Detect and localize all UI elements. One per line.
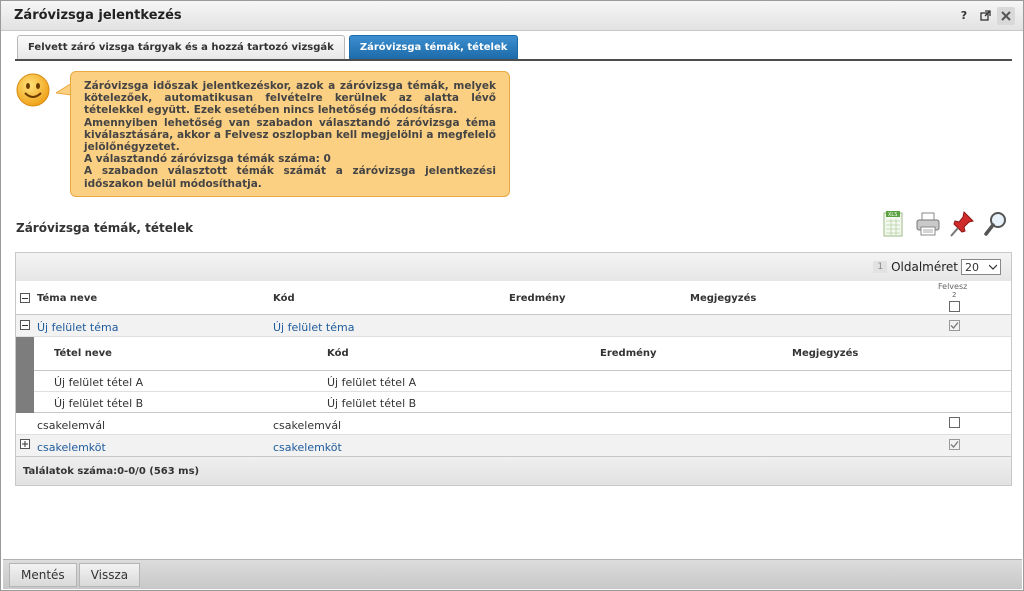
window-title: Záróvizsga jelentkezés [14, 8, 182, 23]
header-item-result[interactable]: Eredmény [600, 348, 657, 359]
collapse-all-icon[interactable] [20, 293, 30, 303]
subgrid-indent-bar [16, 337, 34, 413]
subgrid-header-row: Tétel neve Kód Eredmény Megjegyzés [34, 337, 1011, 371]
tab-subjects[interactable]: Felvett záró vizsga tárgyak és a hozzá t… [17, 35, 345, 59]
table-row: csakelemköt csakelemköt [16, 435, 1011, 457]
bottom-toolbar: Mentés Vissza [3, 559, 1022, 589]
close-icon[interactable] [997, 6, 1015, 25]
info-line: Záróvizsga időszak jelentkezéskor, azok … [84, 80, 496, 117]
header-take-count: 2 [952, 291, 957, 299]
table-row: Új felület téma Új felület téma [16, 315, 1011, 337]
collapse-icon[interactable] [20, 320, 30, 330]
search-icon[interactable] [982, 209, 1010, 239]
item-name: Új felület tétel B [54, 397, 144, 410]
info-tooltip: Záróvizsga időszak jelentkezéskor, azok … [70, 71, 510, 197]
page-size-label: Oldalméret [891, 260, 958, 274]
header-code[interactable]: Kód [273, 293, 295, 304]
section-title: Záróvizsga témák, tételek [16, 221, 194, 235]
page-size-value: 20 [965, 260, 979, 274]
checkmark-icon [950, 322, 959, 329]
take-checkbox[interactable] [949, 417, 960, 428]
help-icon[interactable]: ? [955, 7, 973, 25]
print-icon[interactable] [914, 209, 942, 239]
checkmark-icon [950, 441, 959, 448]
grid-footer: Találatok száma:0-0/0 (563 ms) [16, 457, 1011, 485]
expand-icon[interactable] [20, 439, 30, 449]
smiley-icon [16, 73, 50, 107]
header-note[interactable]: Megjegyzés [690, 293, 756, 304]
topic-code: csakelemvál [273, 419, 342, 432]
header-item-name[interactable]: Tétel neve [54, 348, 112, 359]
header-item-note[interactable]: Megjegyzés [792, 348, 858, 359]
info-line: A választandó záróvizsga témák száma: 0 [84, 153, 331, 166]
pin-icon[interactable] [948, 209, 976, 239]
take-checkbox[interactable] [949, 439, 960, 450]
header-take: Felvesz [938, 282, 968, 291]
item-name: Új felület tétel A [54, 376, 144, 389]
tab-bar: Felvett záró vizsga tárgyak és a hozzá t… [17, 35, 522, 59]
table-row: csakelemvál csakelemvál [16, 413, 1011, 435]
info-line: Amennyiben lehetőség van szabadon válasz… [84, 116, 496, 154]
topic-code-link[interactable]: csakelemköt [273, 441, 342, 454]
save-button[interactable]: Mentés [9, 562, 77, 587]
item-code: Új felület tétel B [327, 397, 417, 410]
header-topic-name[interactable]: Téma neve [37, 293, 97, 304]
subgrid-row: Új felület tétel A Új felület tétel A [34, 371, 1011, 392]
title-bar: Záróvizsga jelentkezés ? [1, 1, 1023, 31]
chevron-down-icon [989, 264, 997, 270]
subgrid-row: Új felület tétel B Új felület tétel B [34, 392, 1011, 413]
take-checkbox[interactable] [949, 320, 960, 331]
topic-name-link[interactable]: Új felület téma [37, 321, 118, 334]
grid-toolbar: XLS [880, 209, 1010, 239]
page-size-select[interactable]: 20 [961, 259, 1001, 275]
topic-name: csakelemvál [37, 419, 106, 432]
svg-text:XLS: XLS [888, 212, 897, 218]
topic-name-link[interactable]: csakelemköt [37, 441, 106, 454]
pager-bar: 1 Oldalméret 20 [16, 253, 1011, 281]
header-result[interactable]: Eredmény [509, 293, 566, 304]
topics-grid: 1 Oldalméret 20 Téma neve Kód Eredmény M… [15, 252, 1012, 486]
topic-code-link[interactable]: Új felület téma [273, 321, 354, 334]
popout-icon[interactable] [976, 7, 994, 25]
dialog-window: Záróvizsga jelentkezés ? Felvett záró vi… [0, 0, 1024, 591]
excel-export-icon[interactable]: XLS [880, 209, 908, 239]
result-count: Találatok száma:0-0/0 (563 ms) [23, 466, 200, 477]
back-button[interactable]: Vissza [78, 562, 141, 587]
info-line: A szabadon választott témák számát a zár… [84, 165, 496, 190]
page-number[interactable]: 1 [873, 261, 888, 273]
tab-topics[interactable]: Záróvizsga témák, tételek [348, 35, 519, 59]
item-code: Új felület tétel A [327, 376, 417, 389]
grid-header-row: Téma neve Kód Eredmény Megjegyzés Felves… [16, 281, 1011, 315]
header-item-code[interactable]: Kód [327, 348, 349, 359]
tab-underline [15, 59, 1012, 61]
select-all-checkbox[interactable] [949, 301, 960, 312]
